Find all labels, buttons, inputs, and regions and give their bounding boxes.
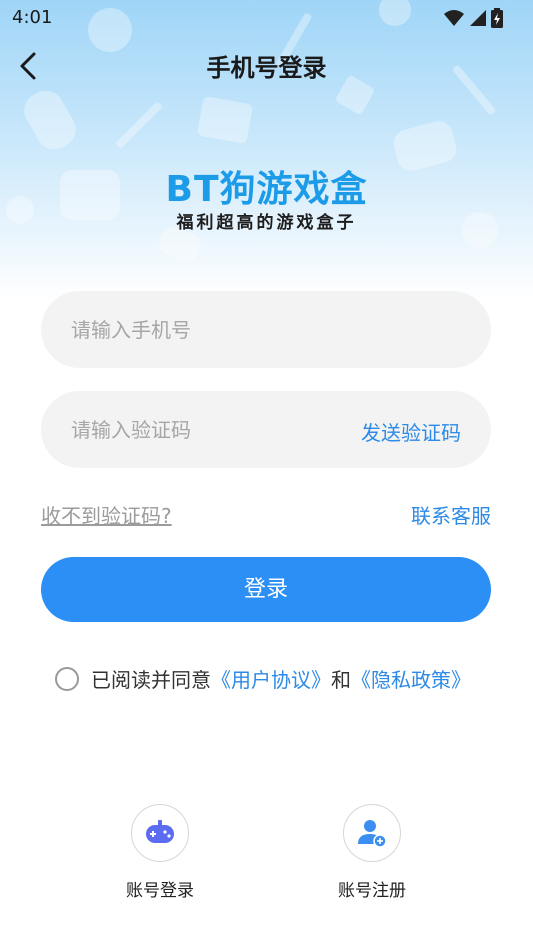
top-bar: 手机号登录 [0, 40, 533, 88]
privacy-policy-link[interactable]: 《隐私政策》 [351, 664, 471, 693]
account-login-option[interactable]: 账号登录 [100, 804, 220, 901]
app-logo: BT狗游戏盒 [165, 169, 368, 210]
user-agreement-link[interactable]: 《用户协议》 [211, 664, 331, 693]
agreement-row: 已阅读并同意 《用户协议》 和 《隐私政策》 [55, 664, 471, 693]
account-login-label: 账号登录 [126, 881, 194, 901]
battery-icon [491, 8, 503, 28]
app-slogan: 福利超高的游戏盒子 [176, 213, 357, 233]
status-icons [443, 8, 503, 28]
login-button[interactable]: 登录 [41, 557, 491, 622]
status-bar: 4:01 [0, 0, 533, 36]
account-register-label: 账号注册 [338, 881, 406, 901]
page-title: 手机号登录 [206, 54, 327, 82]
account-register-icon-circle [343, 804, 401, 862]
gamepad-icon [146, 820, 174, 843]
code-field-container: 发送验证码 [41, 391, 491, 468]
account-register-option[interactable]: 账号注册 [312, 804, 432, 901]
wifi-icon [444, 10, 464, 26]
account-login-icon-circle [131, 804, 189, 862]
add-user-icon [358, 820, 387, 848]
signal-icon [470, 10, 486, 26]
status-time: 4:01 [12, 7, 53, 28]
send-code-button[interactable]: 发送验证码 [361, 417, 461, 446]
phone-input[interactable] [71, 291, 471, 368]
contact-service-link[interactable]: 联系客服 [411, 500, 491, 529]
agreement-prefix: 已阅读并同意 [91, 668, 211, 692]
verification-code-input[interactable] [71, 391, 341, 468]
agreement-and: 和 [331, 668, 351, 692]
phone-field-container [41, 291, 491, 368]
no-code-help-link[interactable]: 收不到验证码? [41, 500, 172, 529]
agreement-checkbox[interactable] [55, 666, 79, 691]
